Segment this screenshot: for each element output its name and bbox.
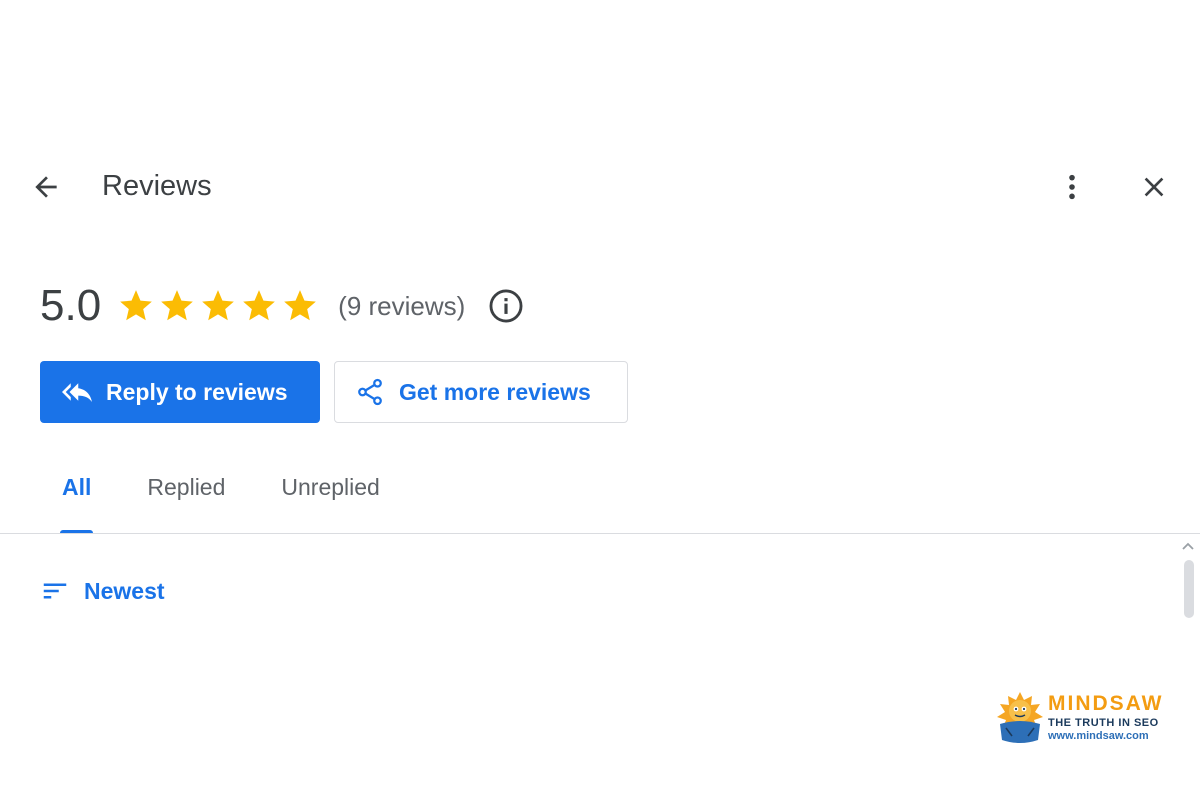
rating-score: 5.0	[40, 281, 102, 330]
mindsaw-emblem-icon	[997, 692, 1043, 743]
sort-label: Newest	[84, 577, 165, 604]
mindsaw-watermark-logo: MINDSAW THE TRUTH IN SEO www.mindsaw.com	[994, 690, 1170, 746]
page-title: Reviews	[102, 170, 212, 202]
arrow-left-icon	[35, 176, 57, 198]
info-icon	[489, 289, 523, 323]
sort-button[interactable]: Newest	[40, 572, 165, 610]
tab-replied[interactable]: Replied	[125, 462, 247, 534]
star-icon	[161, 290, 194, 321]
review-count: (9 reviews)	[338, 290, 466, 321]
star-icon	[202, 290, 235, 321]
tab-unreplied[interactable]: Unreplied	[259, 462, 401, 534]
close-icon	[1144, 177, 1164, 197]
reply-all-icon	[62, 383, 92, 402]
watermark-tagline: THE TRUTH IN SEO	[1048, 717, 1159, 729]
more-vert-icon	[1069, 174, 1075, 200]
reply-to-reviews-label: Reply to reviews	[106, 378, 288, 405]
chevron-up-icon	[1182, 542, 1194, 550]
header-bar: Reviews	[0, 156, 1200, 218]
watermark-url: www.mindsaw.com	[1048, 730, 1149, 742]
close-button[interactable]	[1132, 164, 1176, 210]
tabs-divider	[0, 533, 1200, 534]
tab-all[interactable]: All	[40, 462, 113, 534]
more-options-button[interactable]	[1050, 164, 1094, 210]
sort-icon	[43, 583, 67, 599]
star-icon	[243, 290, 276, 321]
scrollbar-thumb[interactable]	[1184, 560, 1194, 618]
star-icon	[120, 290, 153, 321]
watermark-name: MINDSAW	[1048, 692, 1164, 715]
reply-to-reviews-button[interactable]: Reply to reviews	[40, 361, 320, 423]
scroll-up-button[interactable]	[1181, 540, 1195, 552]
back-button[interactable]	[22, 166, 70, 208]
get-more-reviews-label: Get more reviews	[399, 378, 591, 405]
review-filter-tabs: All Replied Unreplied	[40, 462, 414, 534]
rating-summary: 5.0 (9 reviews)	[40, 278, 525, 334]
share-icon	[358, 378, 382, 406]
star-icon	[284, 290, 317, 321]
info-button[interactable]	[487, 287, 525, 325]
get-more-reviews-button[interactable]: Get more reviews	[334, 361, 628, 423]
star-rating	[117, 287, 322, 325]
